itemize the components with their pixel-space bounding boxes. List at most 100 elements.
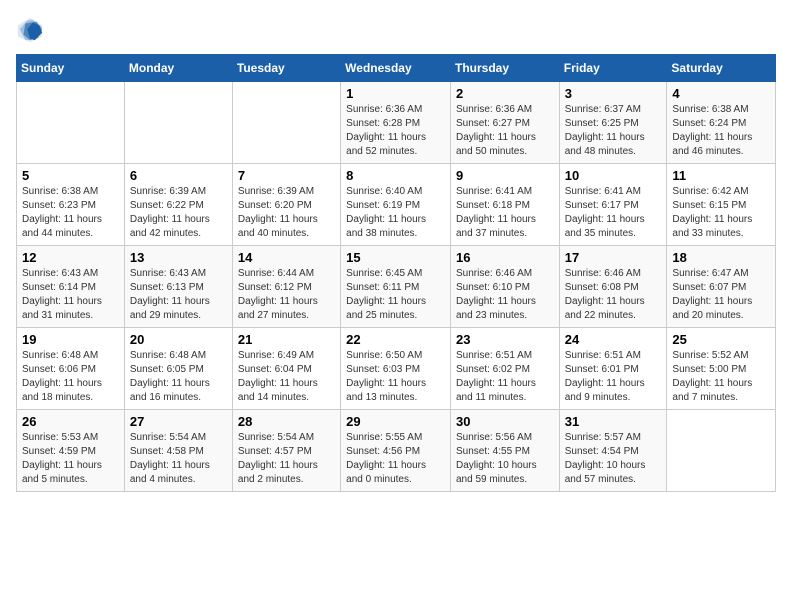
day-number: 29 bbox=[346, 414, 445, 429]
day-number: 25 bbox=[672, 332, 770, 347]
calendar-cell: 24 Sunrise: 6:51 AMSunset: 6:01 PMDayligh… bbox=[559, 328, 667, 410]
day-info: Sunrise: 6:38 AMSunset: 6:23 PMDaylight:… bbox=[22, 185, 119, 241]
day-info: Sunrise: 5:53 AMSunset: 4:59 PMDaylight:… bbox=[22, 431, 119, 487]
calendar-cell: 16 Sunrise: 6:46 AMSunset: 6:10 PMDayligh… bbox=[450, 246, 559, 328]
day-number: 11 bbox=[672, 168, 770, 183]
calendar-cell: 28 Sunrise: 5:54 AMSunset: 4:57 PMDayligh… bbox=[232, 410, 340, 492]
day-number: 2 bbox=[456, 86, 554, 101]
weekday-header: Sunday bbox=[17, 55, 125, 82]
day-number: 23 bbox=[456, 332, 554, 347]
day-info: Sunrise: 6:46 AMSunset: 6:08 PMDaylight:… bbox=[565, 267, 662, 323]
day-info: Sunrise: 5:57 AMSunset: 4:54 PMDaylight:… bbox=[565, 431, 662, 487]
weekday-header: Saturday bbox=[667, 55, 776, 82]
calendar-cell: 2 Sunrise: 6:36 AMSunset: 6:27 PMDaylight… bbox=[450, 82, 559, 164]
calendar-cell: 11 Sunrise: 6:42 AMSunset: 6:15 PMDayligh… bbox=[667, 164, 776, 246]
day-info: Sunrise: 6:36 AMSunset: 6:28 PMDaylight:… bbox=[346, 103, 445, 159]
calendar-week-row: 19 Sunrise: 6:48 AMSunset: 6:06 PMDayligh… bbox=[17, 328, 776, 410]
day-number: 26 bbox=[22, 414, 119, 429]
day-number: 24 bbox=[565, 332, 662, 347]
weekday-header: Monday bbox=[124, 55, 232, 82]
day-info: Sunrise: 6:38 AMSunset: 6:24 PMDaylight:… bbox=[672, 103, 770, 159]
calendar-cell: 29 Sunrise: 5:55 AMSunset: 4:56 PMDayligh… bbox=[341, 410, 451, 492]
weekday-header: Tuesday bbox=[232, 55, 340, 82]
calendar-cell bbox=[124, 82, 232, 164]
page-header bbox=[16, 16, 776, 44]
calendar-cell: 10 Sunrise: 6:41 AMSunset: 6:17 PMDayligh… bbox=[559, 164, 667, 246]
calendar-cell: 13Sunrise: 6:43 AMSunset: 6:13 PMDayligh… bbox=[124, 246, 232, 328]
calendar-cell: 7 Sunrise: 6:39 AMSunset: 6:20 PMDaylight… bbox=[232, 164, 340, 246]
day-info: Sunrise: 5:55 AMSunset: 4:56 PMDaylight:… bbox=[346, 431, 445, 487]
day-number: 19 bbox=[22, 332, 119, 347]
day-number: 5 bbox=[22, 168, 119, 183]
day-info: Sunrise: 6:47 AMSunset: 6:07 PMDaylight:… bbox=[672, 267, 770, 323]
day-number: 21 bbox=[238, 332, 335, 347]
calendar-cell: 8 Sunrise: 6:40 AMSunset: 6:19 PMDaylight… bbox=[341, 164, 451, 246]
day-info: Sunrise: 6:44 AMSunset: 6:12 PMDaylight:… bbox=[238, 267, 335, 323]
weekday-header: Thursday bbox=[450, 55, 559, 82]
calendar-cell: 22 Sunrise: 6:50 AMSunset: 6:03 PMDayligh… bbox=[341, 328, 451, 410]
calendar-cell: 31 Sunrise: 5:57 AMSunset: 4:54 PMDayligh… bbox=[559, 410, 667, 492]
day-number: 8 bbox=[346, 168, 445, 183]
day-info: Sunrise: 6:40 AMSunset: 6:19 PMDaylight:… bbox=[346, 185, 445, 241]
day-info: Sunrise: 6:48 AMSunset: 6:05 PMDaylight:… bbox=[130, 349, 227, 405]
calendar-cell: 18 Sunrise: 6:47 AMSunset: 6:07 PMDayligh… bbox=[667, 246, 776, 328]
day-number: 10 bbox=[565, 168, 662, 183]
day-number: 3 bbox=[565, 86, 662, 101]
day-number: 18 bbox=[672, 250, 770, 265]
day-info: Sunrise: 6:50 AMSunset: 6:03 PMDaylight:… bbox=[346, 349, 445, 405]
day-number: 13 bbox=[130, 250, 227, 265]
calendar-cell: 14 Sunrise: 6:44 AMSunset: 6:12 PMDayligh… bbox=[232, 246, 340, 328]
calendar-cell: 30Sunrise: 5:56 AMSunset: 4:55 PMDayligh… bbox=[450, 410, 559, 492]
day-number: 28 bbox=[238, 414, 335, 429]
day-info: Sunrise: 6:39 AMSunset: 6:20 PMDaylight:… bbox=[238, 185, 335, 241]
day-info: Sunrise: 6:46 AMSunset: 6:10 PMDaylight:… bbox=[456, 267, 554, 323]
day-number: 1 bbox=[346, 86, 445, 101]
day-number: 31 bbox=[565, 414, 662, 429]
day-info: Sunrise: 6:37 AMSunset: 6:25 PMDaylight:… bbox=[565, 103, 662, 159]
calendar-cell: 15Sunrise: 6:45 AMSunset: 6:11 PMDayligh… bbox=[341, 246, 451, 328]
calendar-header-row: SundayMondayTuesdayWednesdayThursdayFrid… bbox=[17, 55, 776, 82]
calendar-cell: 26 Sunrise: 5:53 AMSunset: 4:59 PMDayligh… bbox=[17, 410, 125, 492]
weekday-header: Friday bbox=[559, 55, 667, 82]
calendar-week-row: 12 Sunrise: 6:43 AMSunset: 6:14 PMDayligh… bbox=[17, 246, 776, 328]
day-info: Sunrise: 6:39 AMSunset: 6:22 PMDaylight:… bbox=[130, 185, 227, 241]
day-number: 4 bbox=[672, 86, 770, 101]
day-info: Sunrise: 6:48 AMSunset: 6:06 PMDaylight:… bbox=[22, 349, 119, 405]
day-number: 14 bbox=[238, 250, 335, 265]
day-info: Sunrise: 5:54 AMSunset: 4:57 PMDaylight:… bbox=[238, 431, 335, 487]
calendar-cell: 1 Sunrise: 6:36 AMSunset: 6:28 PMDaylight… bbox=[341, 82, 451, 164]
day-number: 30 bbox=[456, 414, 554, 429]
calendar-cell: 27Sunrise: 5:54 AMSunset: 4:58 PMDayligh… bbox=[124, 410, 232, 492]
day-number: 22 bbox=[346, 332, 445, 347]
day-info: Sunrise: 6:41 AMSunset: 6:17 PMDaylight:… bbox=[565, 185, 662, 241]
calendar-week-row: 5 Sunrise: 6:38 AMSunset: 6:23 PMDaylight… bbox=[17, 164, 776, 246]
calendar-week-row: 26 Sunrise: 5:53 AMSunset: 4:59 PMDayligh… bbox=[17, 410, 776, 492]
day-number: 6 bbox=[130, 168, 227, 183]
day-info: Sunrise: 6:51 AMSunset: 6:01 PMDaylight:… bbox=[565, 349, 662, 405]
calendar-cell: 6 Sunrise: 6:39 AMSunset: 6:22 PMDaylight… bbox=[124, 164, 232, 246]
day-info: Sunrise: 6:49 AMSunset: 6:04 PMDaylight:… bbox=[238, 349, 335, 405]
day-info: Sunrise: 6:36 AMSunset: 6:27 PMDaylight:… bbox=[456, 103, 554, 159]
day-number: 15 bbox=[346, 250, 445, 265]
day-number: 16 bbox=[456, 250, 554, 265]
calendar-cell bbox=[667, 410, 776, 492]
calendar-cell: 17 Sunrise: 6:46 AMSunset: 6:08 PMDayligh… bbox=[559, 246, 667, 328]
logo bbox=[16, 16, 48, 44]
day-info: Sunrise: 6:51 AMSunset: 6:02 PMDaylight:… bbox=[456, 349, 554, 405]
calendar-cell: 23 Sunrise: 6:51 AMSunset: 6:02 PMDayligh… bbox=[450, 328, 559, 410]
day-info: Sunrise: 6:41 AMSunset: 6:18 PMDaylight:… bbox=[456, 185, 554, 241]
calendar-cell: 25Sunrise: 5:52 AMSunset: 5:00 PMDayligh… bbox=[667, 328, 776, 410]
weekday-header: Wednesday bbox=[341, 55, 451, 82]
day-info: Sunrise: 5:54 AMSunset: 4:58 PMDaylight:… bbox=[130, 431, 227, 487]
day-info: Sunrise: 6:43 AMSunset: 6:14 PMDaylight:… bbox=[22, 267, 119, 323]
day-info: Sunrise: 6:42 AMSunset: 6:15 PMDaylight:… bbox=[672, 185, 770, 241]
day-number: 12 bbox=[22, 250, 119, 265]
day-number: 17 bbox=[565, 250, 662, 265]
calendar-week-row: 1 Sunrise: 6:36 AMSunset: 6:28 PMDaylight… bbox=[17, 82, 776, 164]
calendar-cell: 5 Sunrise: 6:38 AMSunset: 6:23 PMDaylight… bbox=[17, 164, 125, 246]
calendar-cell: 21 Sunrise: 6:49 AMSunset: 6:04 PMDayligh… bbox=[232, 328, 340, 410]
day-number: 7 bbox=[238, 168, 335, 183]
calendar-cell: 4 Sunrise: 6:38 AMSunset: 6:24 PMDaylight… bbox=[667, 82, 776, 164]
calendar-cell: 19 Sunrise: 6:48 AMSunset: 6:06 PMDayligh… bbox=[17, 328, 125, 410]
calendar-cell: 20Sunrise: 6:48 AMSunset: 6:05 PMDayligh… bbox=[124, 328, 232, 410]
